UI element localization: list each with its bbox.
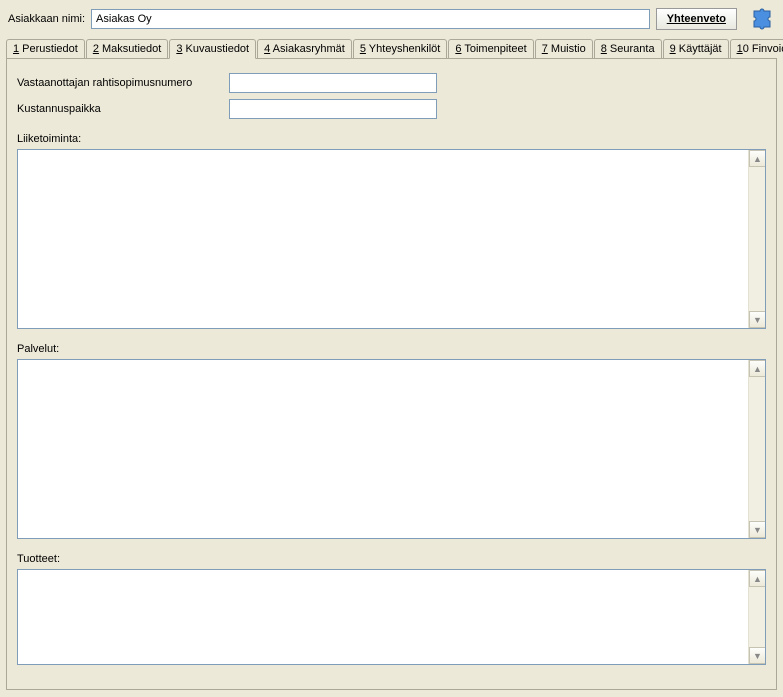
scroll-down-icon[interactable]: [749, 311, 766, 328]
tab-maksutiedot[interactable]: 2 Maksutiedot: [86, 39, 169, 59]
summary-button[interactable]: Yhteenveto: [656, 8, 737, 30]
tab-perustiedot[interactable]: 1 Perustiedot: [6, 39, 85, 59]
scroll-down-icon[interactable]: [749, 521, 766, 538]
header-row: Asiakkaan nimi: Yhteenveto: [0, 0, 783, 36]
products-label: Tuotteet:: [17, 553, 766, 565]
costcenter-label: Kustannuspaikka: [17, 103, 229, 115]
scroll-up-icon[interactable]: [749, 360, 766, 377]
business-textarea-wrap: [17, 149, 766, 329]
tab-bar: 1 Perustiedot2 Maksutiedot3 Kuvaustiedot…: [0, 38, 783, 58]
tab-toimenpiteet[interactable]: 6 Toimenpiteet: [448, 39, 533, 59]
scrollbar[interactable]: [748, 360, 765, 538]
costcenter-row: Kustannuspaikka: [17, 99, 766, 119]
scrollbar[interactable]: [748, 150, 765, 328]
puzzle-icon[interactable]: [749, 6, 775, 32]
scroll-up-icon[interactable]: [749, 150, 766, 167]
tab-muistio[interactable]: 7 Muistio: [535, 39, 593, 59]
scroll-down-icon[interactable]: [749, 647, 766, 664]
freight-label: Vastaanottajan rahtisopimusnumero: [17, 77, 229, 89]
costcenter-input[interactable]: [229, 99, 437, 119]
scrollbar[interactable]: [748, 570, 765, 664]
tab-finvoice[interactable]: 10 Finvoice: [730, 39, 783, 59]
business-textarea[interactable]: [18, 150, 747, 328]
services-textarea-wrap: [17, 359, 766, 539]
services-label: Palvelut:: [17, 343, 766, 355]
tab-käyttäjät[interactable]: 9 Käyttäjät: [663, 39, 729, 59]
tab-panel-kuvaustiedot: Vastaanottajan rahtisopimusnumero Kustan…: [6, 58, 777, 690]
services-textarea[interactable]: [18, 360, 747, 538]
tab-seuranta[interactable]: 8 Seuranta: [594, 39, 662, 59]
customer-name-input[interactable]: [91, 9, 650, 29]
tab-kuvaustiedot[interactable]: 3 Kuvaustiedot: [169, 39, 256, 59]
products-textarea-wrap: [17, 569, 766, 665]
tab-yhteyshenkilöt[interactable]: 5 Yhteyshenkilöt: [353, 39, 448, 59]
scroll-up-icon[interactable]: [749, 570, 766, 587]
tab-asiakasryhmät[interactable]: 4 Asiakasryhmät: [257, 39, 352, 59]
customer-name-label: Asiakkaan nimi:: [8, 13, 85, 25]
freight-input[interactable]: [229, 73, 437, 93]
business-label: Liiketoiminta:: [17, 133, 766, 145]
freight-row: Vastaanottajan rahtisopimusnumero: [17, 73, 766, 93]
products-textarea[interactable]: [18, 570, 747, 664]
